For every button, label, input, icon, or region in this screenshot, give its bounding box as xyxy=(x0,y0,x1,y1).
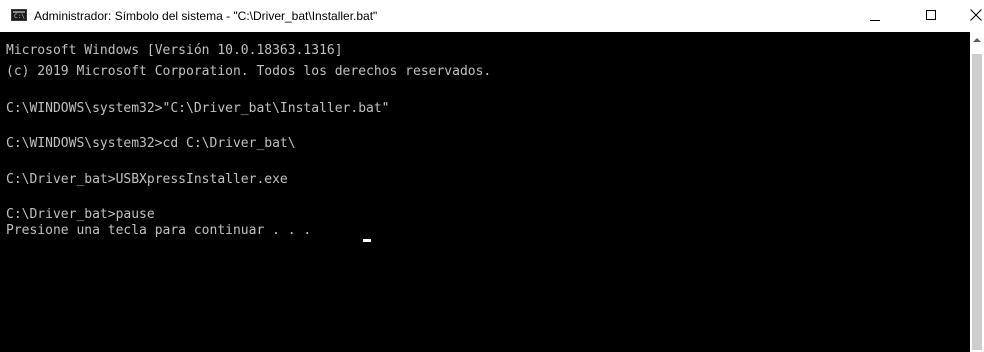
maximize-icon xyxy=(926,10,936,20)
console-line: Presione una tecla para continuar . . . xyxy=(6,223,320,238)
cmd-app-icon[interactable]: C:\ xyxy=(11,9,27,21)
window-title: Administrador: Símbolo del sistema - "C:… xyxy=(34,9,378,23)
scroll-thumb[interactable] xyxy=(972,54,982,350)
console-line: C:\WINDOWS\system32>cd C:\Driver_bat\ xyxy=(6,136,296,151)
console-line: C:\Driver_bat>pause xyxy=(6,207,155,222)
console-line: Microsoft Windows [Versión 10.0.18363.13… xyxy=(6,43,343,58)
close-icon xyxy=(970,9,982,21)
console-line: C:\WINDOWS\system32>"C:\Driver_bat\Insta… xyxy=(6,101,390,116)
close-button[interactable] xyxy=(944,0,984,32)
console-line: (c) 2019 Microsoft Corporation. Todos lo… xyxy=(6,64,492,79)
vertical-scrollbar[interactable] xyxy=(970,32,984,352)
minimize-icon xyxy=(870,20,880,21)
scroll-up-arrow-icon[interactable] xyxy=(973,38,981,42)
command-prompt-window: C:\ Administrador: Símbolo del sistema -… xyxy=(0,0,984,352)
cmd-app-icon-text: C:\ xyxy=(14,13,25,20)
title-bar[interactable]: C:\ Administrador: Símbolo del sistema -… xyxy=(0,0,984,32)
maximize-button[interactable] xyxy=(898,0,944,32)
minimize-button[interactable] xyxy=(852,0,898,32)
text-cursor xyxy=(363,239,371,242)
console-output[interactable]: Microsoft Windows [Versión 10.0.18363.13… xyxy=(0,32,970,352)
console-line: C:\Driver_bat>USBXpressInstaller.exe xyxy=(6,172,288,187)
